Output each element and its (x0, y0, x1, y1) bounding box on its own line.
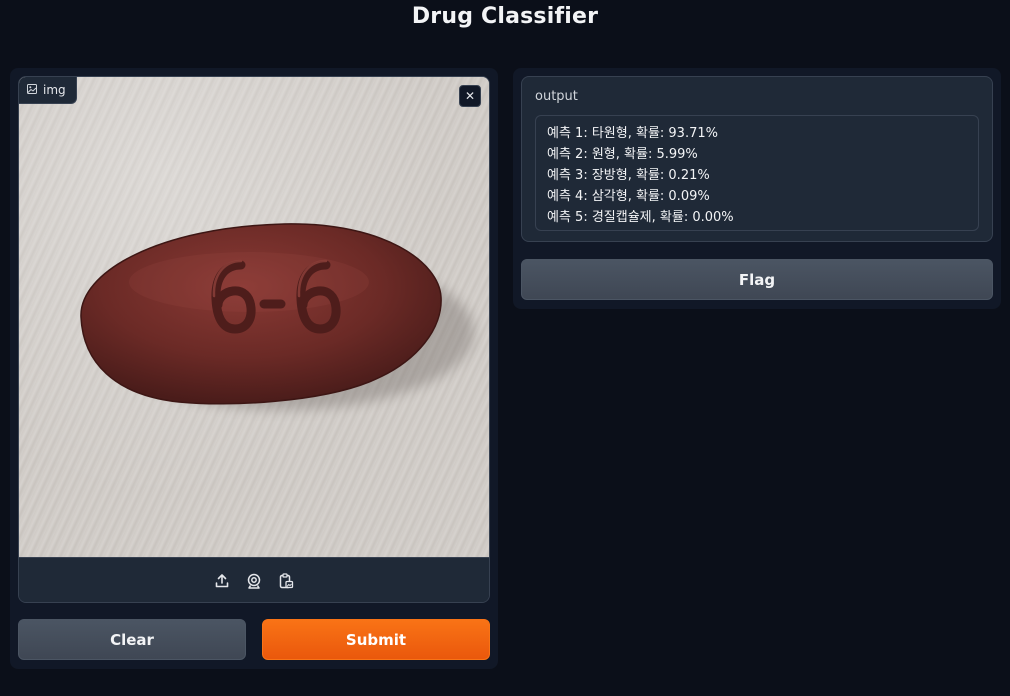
pill-photo (19, 77, 489, 557)
upload-icon[interactable] (214, 573, 230, 589)
output-label: output (535, 89, 578, 104)
flag-button[interactable]: Flag (521, 259, 993, 300)
image-input[interactable]: img ✕ (18, 76, 490, 603)
image-source-bar (19, 557, 489, 602)
output-panel: output 예측 1: 타원형, 확률: 93.71% 예측 2: 원형, 확… (513, 68, 1001, 309)
output-line: 예측 2: 원형, 확률: 5.99% (547, 147, 698, 162)
page-title: Drug Classifier (411, 4, 599, 29)
image-input-label: img (19, 77, 77, 104)
submit-button[interactable]: Submit (262, 619, 490, 660)
clipboard-icon[interactable] (278, 572, 294, 589)
input-panel: img ✕ Clear Submit (10, 68, 498, 669)
output-line: 예측 5: 경질캡슐제, 확률: 0.00% (547, 210, 734, 225)
image-label-text: img (43, 83, 66, 97)
webcam-icon[interactable] (246, 573, 262, 589)
clear-button[interactable]: Clear (18, 619, 246, 660)
output-textbox[interactable]: 예측 1: 타원형, 확률: 93.71% 예측 2: 원형, 확률: 5.99… (535, 115, 979, 231)
close-icon[interactable]: ✕ (459, 85, 481, 107)
output-block: output 예측 1: 타원형, 확률: 93.71% 예측 2: 원형, 확… (521, 76, 993, 242)
output-line: 예측 1: 타원형, 확률: 93.71% (547, 126, 718, 141)
output-line: 예측 4: 삼각형, 확률: 0.09% (547, 189, 710, 204)
output-line: 예측 3: 장방형, 확률: 0.21% (547, 168, 710, 183)
image-icon (27, 83, 37, 97)
